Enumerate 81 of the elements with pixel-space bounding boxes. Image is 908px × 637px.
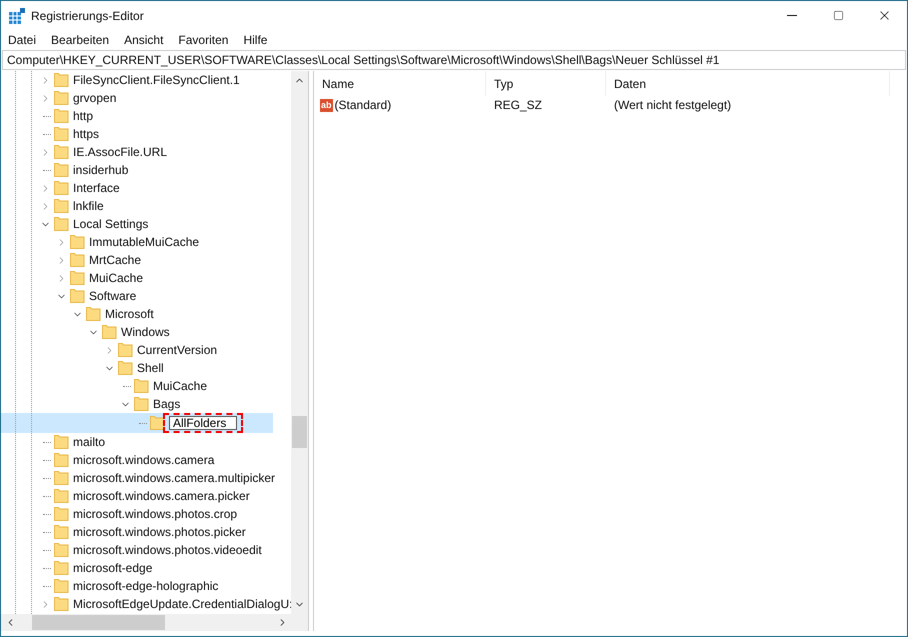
menu-item[interactable]: Ansicht — [117, 31, 170, 49]
window-title: Registrierungs-Editor — [31, 8, 144, 24]
column-header[interactable]: Typ — [486, 71, 606, 96]
folder-icon — [54, 163, 69, 177]
tree-item[interactable]: microsoft.windows.camera.picker — [73, 487, 250, 505]
folder-icon — [54, 579, 69, 593]
tree-item[interactable]: grvopen — [73, 89, 116, 107]
table-cell-text: (Wert nicht festgelegt) — [613, 97, 732, 114]
folder-icon — [54, 91, 69, 105]
menu-item[interactable]: Bearbeiten — [44, 31, 116, 49]
folder-icon — [102, 325, 117, 339]
folder-icon — [54, 127, 69, 141]
tree-item[interactable]: Microsoft — [105, 305, 154, 323]
tree-item[interactable]: microsoft.windows.camera — [73, 451, 214, 469]
tree-item[interactable]: FileSyncClient.FileSyncClient.1 — [73, 71, 240, 89]
folder-icon — [54, 525, 69, 539]
folder-icon — [54, 145, 69, 159]
menu-item[interactable]: Hilfe — [236, 31, 274, 49]
tree-item[interactable]: IE.AssocFile.URL — [73, 143, 168, 161]
tree-item[interactable]: Local Settings — [73, 215, 148, 233]
minimize-icon — [787, 15, 797, 16]
tree-item[interactable]: insiderhub — [73, 161, 128, 179]
tree-item[interactable]: http — [73, 107, 94, 125]
menu-item[interactable]: Datei — [1, 31, 44, 49]
folder-icon — [118, 343, 133, 357]
tree-item[interactable]: Bags — [153, 395, 180, 413]
folder-icon — [54, 453, 69, 467]
tree-item[interactable]: CurrentVersion — [137, 341, 218, 359]
vertical-scrollbar[interactable] — [291, 71, 308, 614]
tree-item[interactable]: Interface — [73, 179, 120, 197]
menu-item[interactable]: Favoriten — [171, 31, 236, 49]
tree-item[interactable]: MuiCache — [153, 377, 208, 395]
tree-item[interactable]: microsoft.windows.photos.videoedit — [73, 541, 262, 559]
maximize-icon — [832, 10, 844, 21]
folder-icon — [70, 289, 85, 303]
folder-icon — [70, 235, 85, 249]
address-bar[interactable]: Computer\HKEY_CURRENT_USER\SOFTWARE\Classes\Local Settings\Software\Microsoft\Windows\Shell\Bags\Neuer Schlüssel #1 — [2, 50, 906, 70]
folder-icon — [134, 379, 149, 393]
scrollbar-thumb[interactable] — [32, 615, 165, 630]
tree-item[interactable]: mailto — [73, 433, 106, 451]
folder-icon — [54, 109, 69, 123]
folder-icon — [54, 199, 69, 213]
folder-icon — [54, 561, 69, 575]
column-header[interactable]: Name — [314, 71, 486, 96]
tree-item[interactable]: microsoft-edge-holographic — [73, 577, 218, 595]
folder-icon — [54, 597, 69, 611]
folder-icon — [118, 361, 133, 375]
folder-icon — [70, 271, 85, 285]
tree-item[interactable]: ImmutableMuiCache — [89, 233, 200, 251]
table-cell-text: (Standard) — [334, 97, 392, 114]
scrollbar-thumb[interactable] — [292, 416, 307, 448]
tree-item[interactable]: MicrosoftEdgeUpdate.CredentialDialogU: — [73, 595, 291, 613]
tree-item[interactable]: lnkfile — [73, 197, 104, 215]
registry-icon — [9, 8, 25, 24]
tree-item[interactable]: microsoft.windows.photos.picker — [73, 523, 246, 541]
folder-icon — [150, 416, 165, 430]
tree-item[interactable]: microsoft.windows.photos.crop — [73, 505, 238, 523]
folder-icon — [54, 73, 69, 87]
tree-item[interactable]: Windows — [121, 323, 170, 341]
folder-icon — [54, 217, 69, 231]
folder-icon — [86, 307, 101, 321]
folder-icon — [134, 397, 149, 411]
tree-item[interactable]: MuiCache — [89, 269, 144, 287]
folder-icon — [70, 253, 85, 267]
column-header[interactable]: Daten — [606, 71, 890, 96]
folder-icon — [54, 507, 69, 521]
tree-item[interactable]: Shell — [137, 359, 164, 377]
string-value-icon: ab — [320, 98, 333, 112]
tree-item[interactable]: MrtCache — [89, 251, 142, 269]
folder-icon — [54, 543, 69, 557]
folder-icon — [54, 435, 69, 449]
folder-icon — [54, 489, 69, 503]
rename-field[interactable]: AllFolders — [169, 416, 237, 430]
folder-icon — [54, 471, 69, 485]
horizontal-scrollbar[interactable] — [1, 614, 308, 631]
tree-item[interactable]: Software — [89, 287, 136, 305]
tree-item[interactable]: microsoft.windows.camera.multipicker — [73, 469, 276, 487]
tree-item[interactable]: microsoft-edge — [73, 559, 152, 577]
tree-item[interactable]: https — [73, 125, 100, 143]
folder-icon — [54, 181, 69, 195]
table-cell-text: REG_SZ — [493, 97, 544, 114]
